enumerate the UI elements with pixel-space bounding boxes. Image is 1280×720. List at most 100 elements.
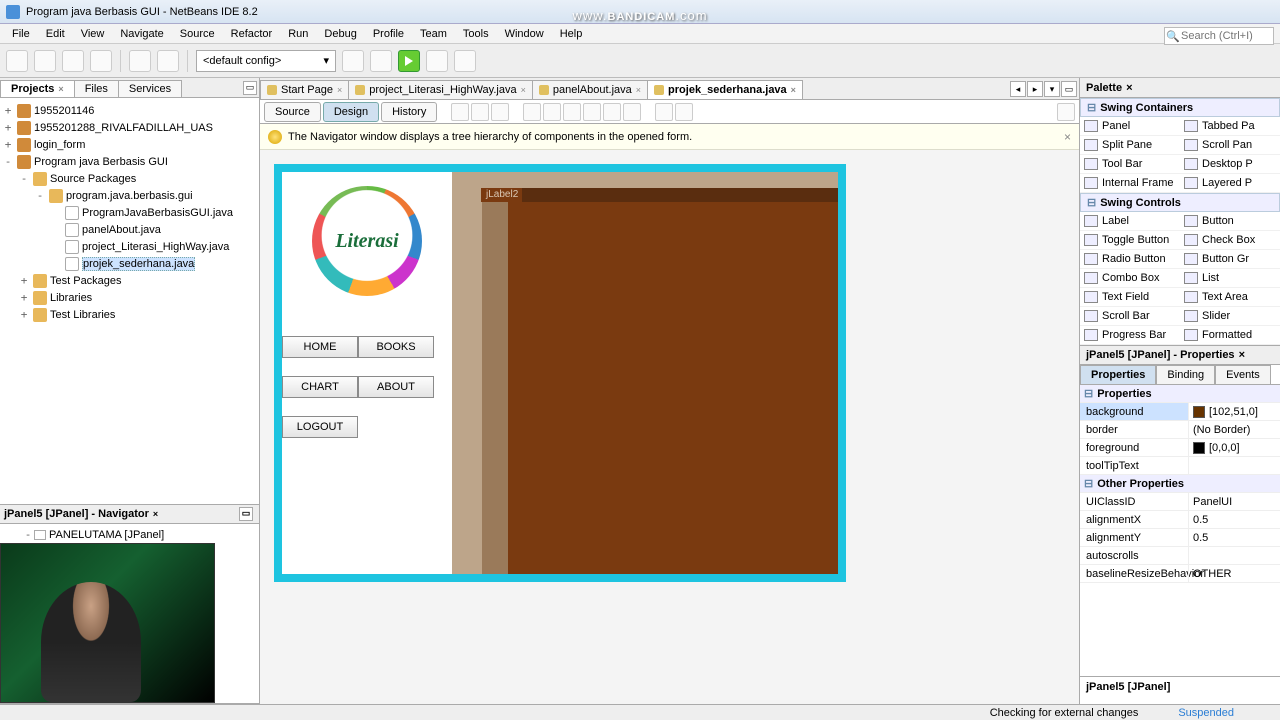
palette-item[interactable]: Label <box>1080 212 1180 231</box>
new-file-button[interactable] <box>6 50 28 72</box>
tree-item[interactable]: panelAbout.java <box>2 221 257 238</box>
open-project-button[interactable] <box>62 50 84 72</box>
property-row[interactable]: foreground[0,0,0] <box>1080 439 1280 457</box>
form-button-home[interactable]: HOME <box>282 336 358 358</box>
property-row[interactable]: border(No Border) <box>1080 421 1280 439</box>
form-button-books[interactable]: BOOKS <box>358 336 434 358</box>
close-icon[interactable]: × <box>1126 82 1132 94</box>
tree-item[interactable]: -Program java Berbasis GUI <box>2 153 257 170</box>
palette-item[interactable]: Text Field <box>1080 288 1180 307</box>
palette-item[interactable]: Radio Button <box>1080 250 1180 269</box>
editor-nav-button[interactable]: ▭ <box>1061 81 1077 97</box>
tab-projects[interactable]: Projects× <box>0 80 75 97</box>
form-designer[interactable]: HOMEBOOKSCHARTABOUTLOGOUT jLabel2 <box>260 150 1079 704</box>
search-input[interactable] <box>1181 30 1261 42</box>
tree-item[interactable]: +1955201288_RIVALFADILLAH_UAS <box>2 119 257 136</box>
center-v-icon[interactable] <box>623 103 641 121</box>
align-top-icon[interactable] <box>563 103 581 121</box>
quick-search[interactable]: 🔍 <box>1164 27 1274 45</box>
property-row[interactable]: alignmentY0.5 <box>1080 529 1280 547</box>
tree-item[interactable]: +Test Packages <box>2 272 257 289</box>
tree-item[interactable]: -Source Packages <box>2 170 257 187</box>
close-icon[interactable]: × <box>636 85 641 95</box>
close-icon[interactable]: × <box>791 85 796 95</box>
palette-item[interactable]: Toggle Button <box>1080 231 1180 250</box>
align-left-icon[interactable] <box>523 103 541 121</box>
toggle-toolbar-icon[interactable] <box>1057 103 1075 121</box>
tab-files[interactable]: Files <box>74 80 119 97</box>
resize-v-icon[interactable] <box>675 103 693 121</box>
profile-button[interactable] <box>454 50 476 72</box>
tab-binding[interactable]: Binding <box>1156 365 1215 384</box>
close-icon[interactable]: × <box>1239 349 1245 361</box>
menu-edit[interactable]: Edit <box>38 26 73 42</box>
form-button-logout[interactable]: LOGOUT <box>282 416 358 438</box>
menu-team[interactable]: Team <box>412 26 455 42</box>
palette-item[interactable]: Scroll Pan <box>1180 136 1280 155</box>
editor-tab[interactable]: panelAbout.java× <box>532 80 648 99</box>
run-button[interactable] <box>398 50 420 72</box>
menu-window[interactable]: Window <box>497 26 552 42</box>
form-button-about[interactable]: ABOUT <box>358 376 434 398</box>
undo-button[interactable] <box>129 50 151 72</box>
editor-nav-button[interactable]: ▾ <box>1044 81 1060 97</box>
property-row[interactable]: autoscrolls <box>1080 547 1280 565</box>
align-right-icon[interactable] <box>543 103 561 121</box>
palette-item[interactable]: Progress Bar <box>1080 326 1180 345</box>
close-icon[interactable]: × <box>58 84 63 94</box>
minimize-panel-button[interactable]: ▭ <box>239 507 253 521</box>
menu-tools[interactable]: Tools <box>455 26 497 42</box>
menu-file[interactable]: File <box>4 26 38 42</box>
status-suspended[interactable]: Suspended <box>1178 707 1234 719</box>
tree-item[interactable]: +Test Libraries <box>2 306 257 323</box>
properties-table[interactable]: ⊟Properties background[102,51,0]border(N… <box>1080 385 1280 676</box>
history-view-button[interactable]: History <box>381 102 437 122</box>
property-row[interactable]: UIClassIDPanelUI <box>1080 493 1280 511</box>
palette-item[interactable]: Slider <box>1180 307 1280 326</box>
menu-view[interactable]: View <box>73 26 113 42</box>
debug-button[interactable] <box>426 50 448 72</box>
design-view-button[interactable]: Design <box>323 102 379 122</box>
selection-mode-icon[interactable] <box>451 103 469 121</box>
navigator-item[interactable]: -PANELUTAMA [JPanel] <box>2 526 257 543</box>
source-view-button[interactable]: Source <box>264 102 321 122</box>
panel-content[interactable]: jLabel2 <box>452 172 838 574</box>
jlabel2[interactable]: jLabel2 <box>482 188 522 202</box>
panel-menu[interactable]: HOMEBOOKSCHARTABOUTLOGOUT <box>282 172 452 574</box>
menu-run[interactable]: Run <box>280 26 316 42</box>
close-icon[interactable]: × <box>521 85 526 95</box>
tree-item[interactable]: +login_form <box>2 136 257 153</box>
close-icon[interactable]: × <box>153 509 158 519</box>
menu-refactor[interactable]: Refactor <box>223 26 281 42</box>
tree-item[interactable]: +Libraries <box>2 289 257 306</box>
palette-section-controls[interactable]: Swing Controls <box>1080 193 1280 212</box>
palette-section-containers[interactable]: Swing Containers <box>1080 98 1280 117</box>
tree-item[interactable]: +1955201146 <box>2 102 257 119</box>
build-button[interactable] <box>342 50 364 72</box>
menubar[interactable]: FileEditViewNavigateSourceRefactorRunDeb… <box>0 24 1280 44</box>
property-row[interactable]: background[102,51,0] <box>1080 403 1280 421</box>
palette-item[interactable]: Combo Box <box>1080 269 1180 288</box>
center-h-icon[interactable] <box>603 103 621 121</box>
palette-item[interactable]: Desktop P <box>1180 155 1280 174</box>
save-all-button[interactable] <box>90 50 112 72</box>
run-config-dropdown[interactable]: <default config>▾ <box>196 50 336 72</box>
editor-tab[interactable]: Start Page× <box>260 80 349 99</box>
redo-button[interactable] <box>157 50 179 72</box>
palette-item[interactable]: Text Area <box>1180 288 1280 307</box>
menu-debug[interactable]: Debug <box>316 26 364 42</box>
close-icon[interactable]: × <box>337 85 342 95</box>
resize-h-icon[interactable] <box>655 103 673 121</box>
palette-item[interactable]: Split Pane <box>1080 136 1180 155</box>
tab-properties[interactable]: Properties <box>1080 365 1156 384</box>
palette-item[interactable]: Button Gr <box>1180 250 1280 269</box>
navigator-tree[interactable]: -PANELUTAMA [JPanel]-PANELMENU [JPanel]l… <box>0 524 259 704</box>
tree-item[interactable]: projek_sederhana.java <box>2 255 257 272</box>
panel-utama[interactable]: HOMEBOOKSCHARTABOUTLOGOUT jLabel2 <box>274 164 846 582</box>
palette-item[interactable]: Tool Bar <box>1080 155 1180 174</box>
tab-services[interactable]: Services <box>118 80 182 97</box>
align-bottom-icon[interactable] <box>583 103 601 121</box>
palette-item[interactable]: Tabbed Pa <box>1180 117 1280 136</box>
close-icon[interactable]: × <box>1064 130 1071 144</box>
tree-item[interactable]: project_Literasi_HighWay.java <box>2 238 257 255</box>
